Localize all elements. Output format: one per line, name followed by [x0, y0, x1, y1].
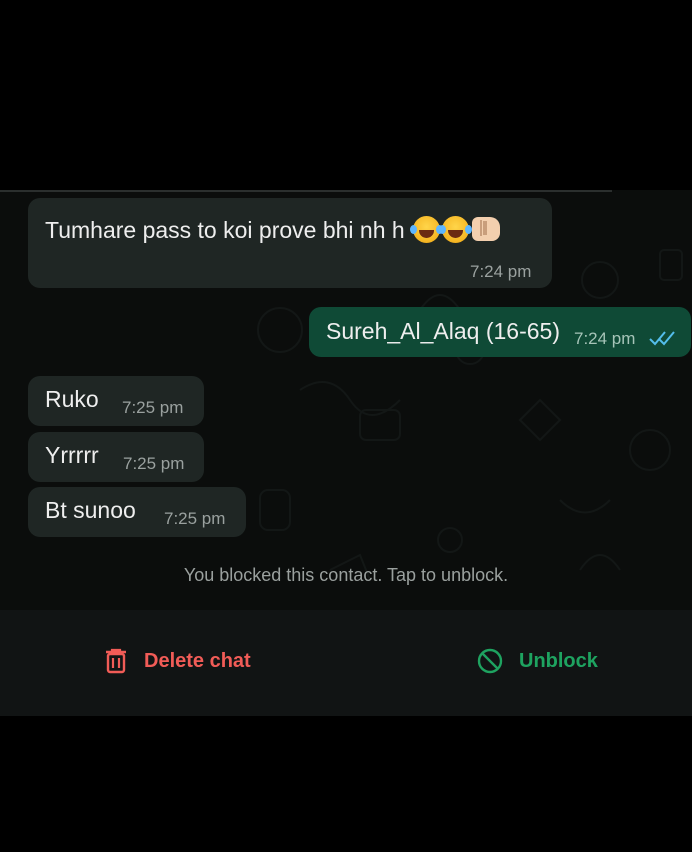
message-time: 7:24 pm: [574, 329, 636, 348]
message-time: 7:25 pm: [164, 509, 226, 528]
chat-area[interactable]: Tumhare pass to koi prove bhi nh h 7:24 …: [0, 190, 692, 610]
unblock-label: Unblock: [519, 649, 598, 672]
message-time: 7:25 pm: [122, 398, 184, 417]
oncoming-fist-icon: [472, 217, 501, 241]
trash-icon: [106, 648, 126, 674]
message-text: Yrrrrr: [45, 442, 99, 468]
screen: Tumhare pass to koi prove bhi nh h 7:24 …: [0, 0, 692, 852]
block-circle-icon: [477, 648, 503, 674]
delete-chat-label: Delete chat: [144, 649, 251, 672]
face-with-tears-of-joy-icon: [410, 216, 444, 243]
blocked-notice[interactable]: You blocked this contact. Tap to unblock…: [0, 565, 692, 586]
outgoing-message[interactable]: Sureh_Al_Alaq (16-65) 7:24 pm: [309, 307, 691, 357]
delete-chat-button[interactable]: Delete chat: [104, 648, 251, 674]
message-text: Bt sunoo: [45, 497, 136, 523]
incoming-message[interactable]: Ruko 7:25 pm: [28, 376, 204, 426]
message-time: 7:24 pm: [470, 262, 532, 281]
message-text: Sureh_Al_Alaq (16-65): [326, 318, 560, 344]
incoming-message[interactable]: Bt sunoo 7:25 pm: [28, 487, 246, 537]
message-text: Ruko: [45, 386, 99, 412]
incoming-message[interactable]: Yrrrrr 7:25 pm: [28, 432, 204, 482]
read-double-tick-icon: [649, 331, 675, 346]
action-bar: Delete chat Unblock: [0, 610, 692, 716]
face-with-tears-of-joy-icon: [439, 216, 473, 243]
incoming-message[interactable]: Tumhare pass to koi prove bhi nh h 7:24 …: [28, 198, 552, 288]
unblock-button[interactable]: Unblock: [477, 648, 598, 674]
message-time: 7:25 pm: [123, 454, 185, 473]
message-text: Tumhare pass to koi prove bhi nh h: [45, 217, 405, 243]
